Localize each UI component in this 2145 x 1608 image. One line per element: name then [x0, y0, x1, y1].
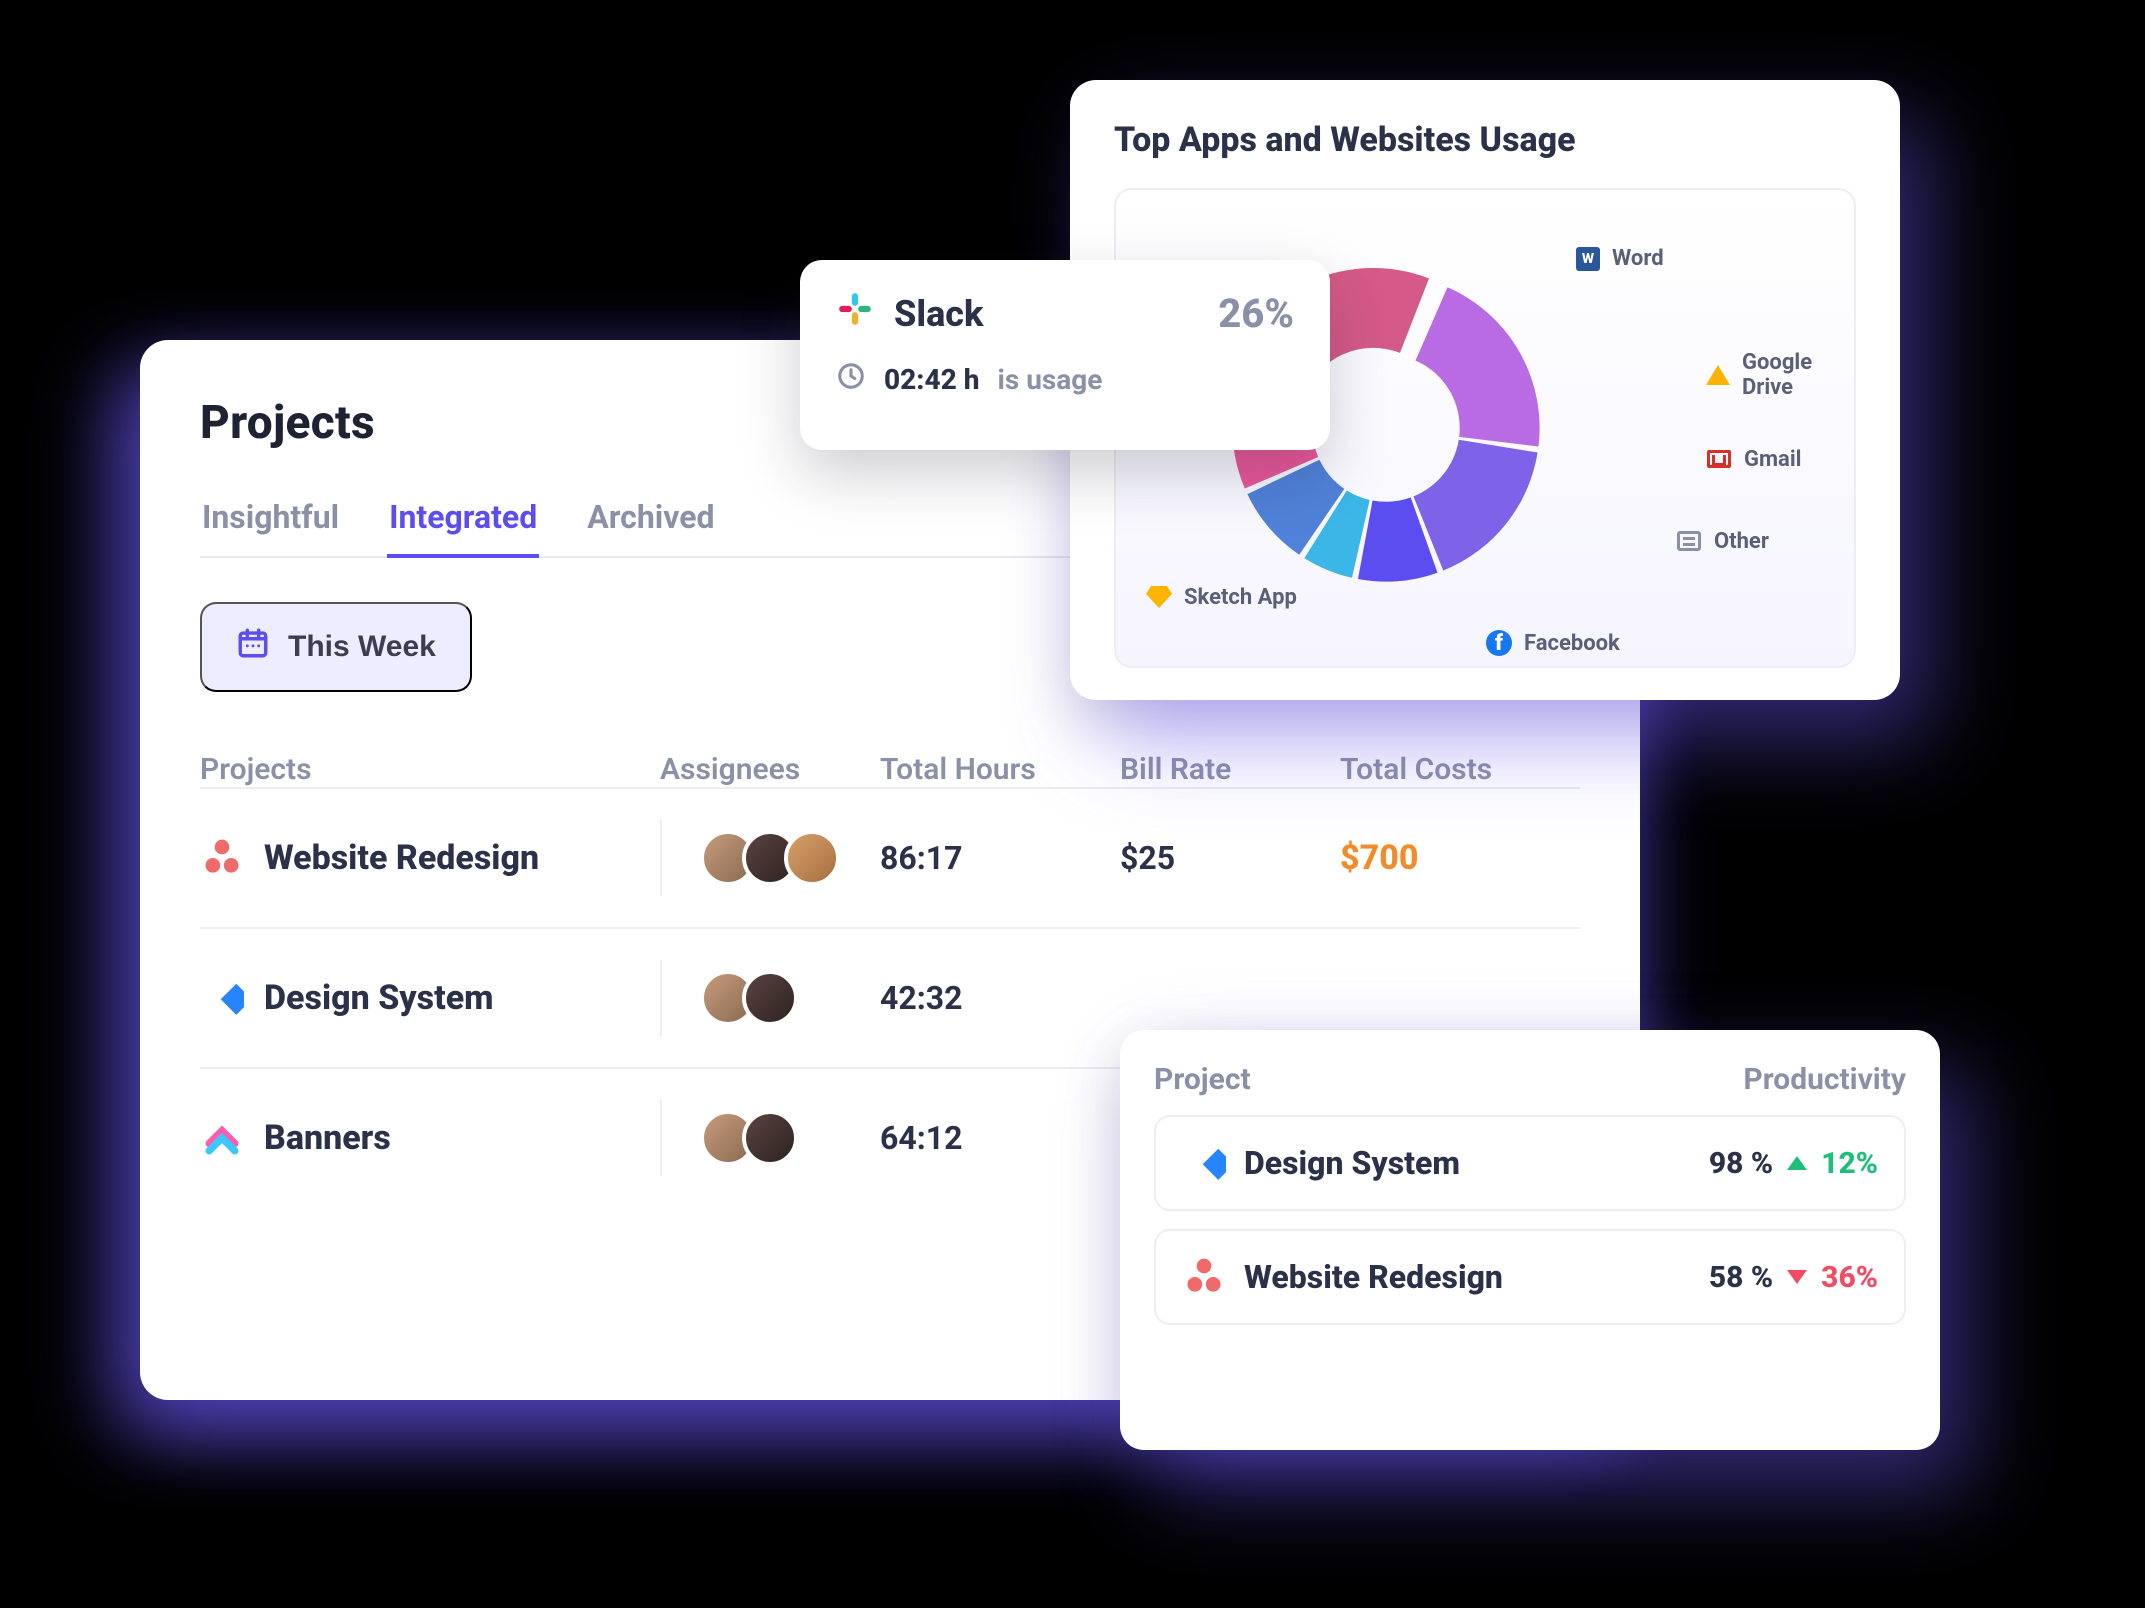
- donut-segment-word[interactable]: [1416, 287, 1540, 446]
- legend-label: Other: [1714, 529, 1769, 554]
- assignee-avatars: [700, 1110, 798, 1166]
- divider: [660, 1100, 662, 1176]
- donut-segment-google-drive[interactable]: [1413, 440, 1537, 571]
- legend-label: Word: [1612, 246, 1664, 271]
- assignee-avatars: [700, 830, 840, 886]
- apps-title: Top Apps and Websites Usage: [1114, 120, 1856, 160]
- col-projects: Projects: [200, 752, 660, 787]
- legend-label: Google Drive: [1742, 350, 1854, 400]
- app-usage-tooltip: Slack 26% 02:42 h is usage: [800, 260, 1330, 450]
- total-hours: 86:17: [880, 839, 1120, 877]
- productivity-row[interactable]: Design System 98 % 12%: [1154, 1115, 1906, 1211]
- tab-integrated[interactable]: Integrated: [387, 490, 539, 556]
- filter-label: This Week: [288, 630, 436, 664]
- word-icon: W: [1576, 247, 1600, 271]
- col-productivity: Productivity: [1743, 1062, 1906, 1097]
- clickup-icon: [200, 1116, 244, 1160]
- productivity-delta: 36%: [1821, 1260, 1878, 1295]
- productivity-delta: 12%: [1821, 1146, 1878, 1181]
- total-costs: $700: [1340, 838, 1560, 878]
- avatar: [742, 970, 798, 1026]
- asana-icon: [200, 836, 244, 880]
- tooltip-app-name: Slack: [894, 293, 983, 335]
- filter-this-week[interactable]: This Week: [200, 602, 472, 692]
- tooltip-time: 02:42 h: [884, 363, 979, 396]
- productivity-header: Project Productivity: [1154, 1062, 1906, 1097]
- jira-icon: [200, 976, 244, 1020]
- divider: [660, 960, 662, 1036]
- legend-label: Sketch App: [1184, 585, 1297, 610]
- list-icon: [1676, 528, 1702, 554]
- legend-label: Facebook: [1524, 631, 1620, 656]
- col-bill-rate: Bill Rate: [1120, 752, 1340, 787]
- calendar-icon: [236, 626, 270, 668]
- avatar: [742, 1110, 798, 1166]
- productivity-card: Project Productivity Design System 98 % …: [1120, 1030, 1940, 1450]
- trend-down-icon: [1787, 1270, 1807, 1284]
- divider: [660, 820, 662, 896]
- tab-archived[interactable]: Archived: [585, 490, 716, 556]
- tooltip-suffix: is usage: [997, 363, 1102, 396]
- productivity-row[interactable]: Website Redesign 58 % 36%: [1154, 1229, 1906, 1325]
- project-name: Website Redesign: [264, 838, 539, 878]
- tooltip-percent: 26%: [1218, 290, 1294, 337]
- legend-other[interactable]: Other: [1676, 528, 1769, 554]
- productivity-value: 98 %: [1709, 1146, 1773, 1181]
- total-hours: 64:12: [880, 1119, 1120, 1157]
- legend-facebook[interactable]: f Facebook: [1486, 630, 1620, 656]
- col-total-costs: Total Costs: [1340, 752, 1560, 787]
- legend-label: Gmail: [1744, 447, 1801, 472]
- project-name: Banners: [264, 1118, 391, 1158]
- avatar: [784, 830, 840, 886]
- tab-insightful[interactable]: Insightful: [200, 490, 341, 556]
- projects-table-row[interactable]: Website Redesign 86:17 $25 $700: [200, 787, 1580, 927]
- col-project: Project: [1154, 1062, 1251, 1097]
- facebook-icon: f: [1486, 630, 1512, 656]
- col-assignees: Assignees: [660, 752, 880, 787]
- project-name: Website Redesign: [1244, 1258, 1503, 1296]
- legend-gmail[interactable]: Gmail: [1706, 446, 1801, 472]
- legend-word[interactable]: W Word: [1576, 246, 1664, 271]
- total-hours: 42:32: [880, 979, 1120, 1017]
- productivity-value: 58 %: [1709, 1260, 1773, 1295]
- assignee-avatars: [700, 970, 798, 1026]
- sketch-icon: [1146, 584, 1172, 610]
- clock-icon: [836, 361, 866, 398]
- trend-up-icon: [1787, 1156, 1807, 1170]
- col-total-hours: Total Hours: [880, 752, 1120, 787]
- slack-icon: [836, 290, 874, 337]
- legend-google-drive[interactable]: Google Drive: [1706, 350, 1854, 400]
- legend-sketch[interactable]: Sketch App: [1146, 584, 1297, 610]
- jira-icon: [1182, 1141, 1226, 1185]
- asana-icon: [1182, 1255, 1226, 1299]
- projects-table-header: Projects Assignees Total Hours Bill Rate…: [200, 752, 1580, 787]
- google-drive-icon: [1706, 362, 1730, 388]
- project-name: Design System: [264, 978, 494, 1018]
- bill-rate: $25: [1120, 839, 1340, 877]
- project-name: Design System: [1244, 1144, 1460, 1182]
- gmail-icon: [1706, 446, 1732, 472]
